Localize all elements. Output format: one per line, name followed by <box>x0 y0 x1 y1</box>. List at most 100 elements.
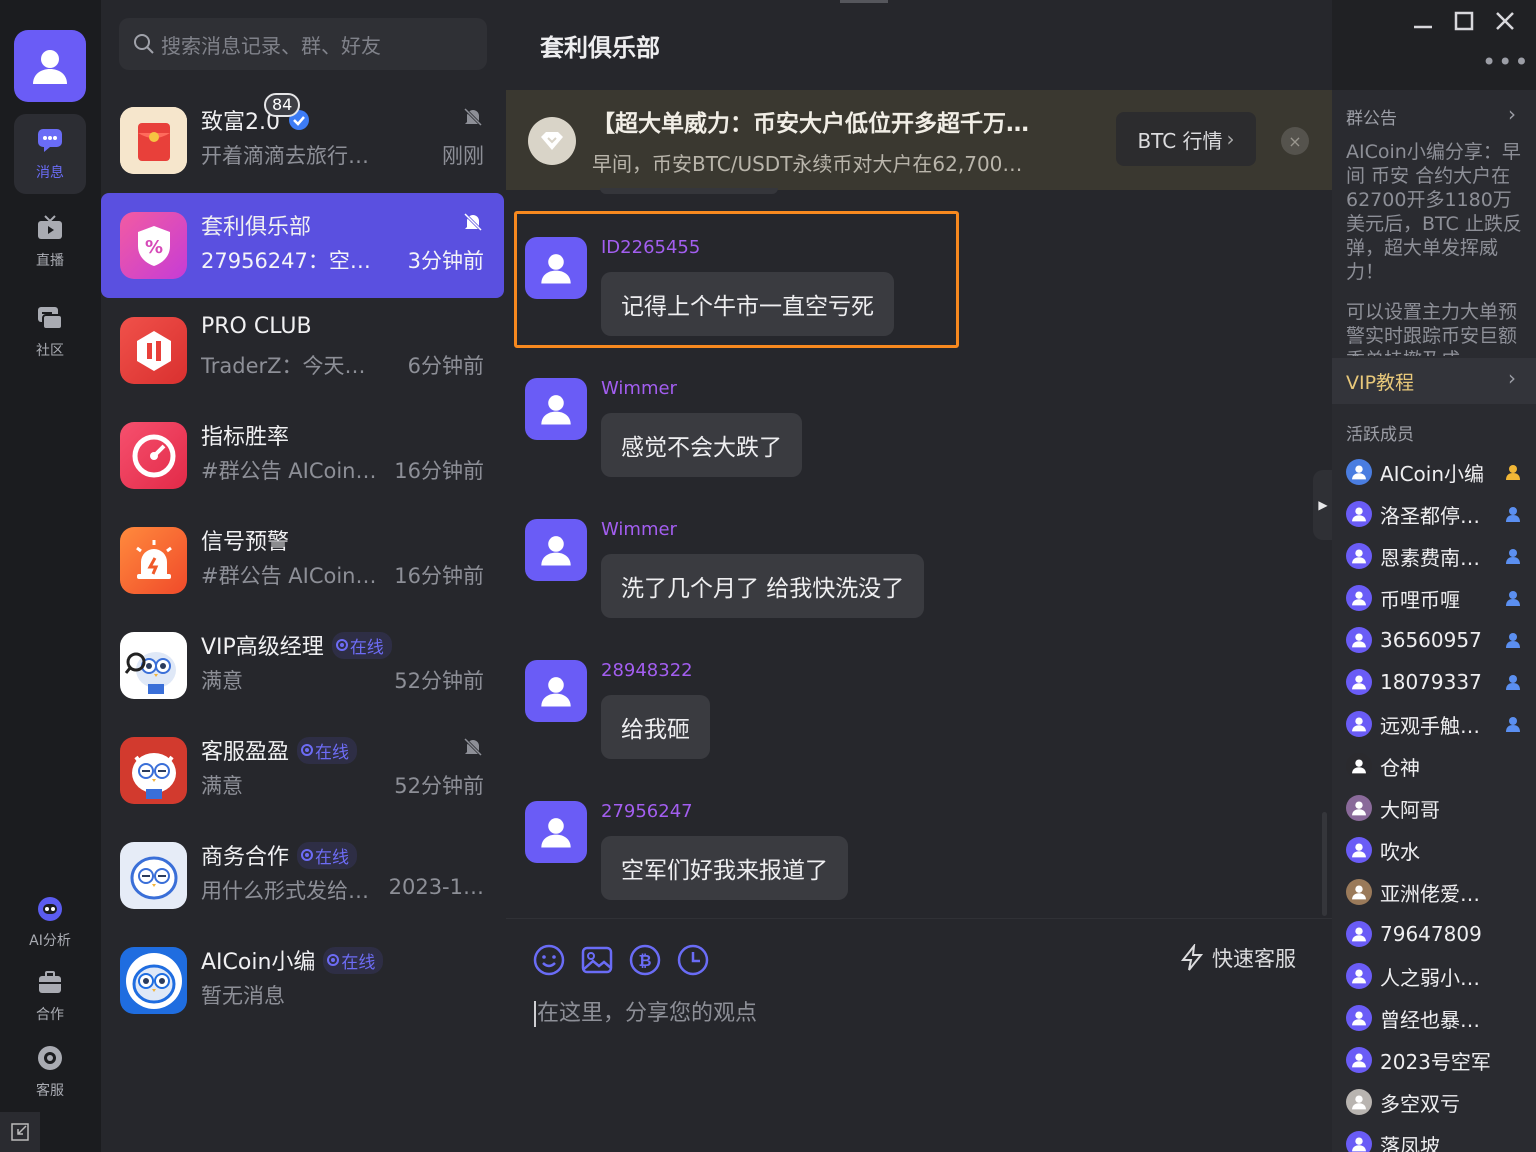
chevron-right-icon[interactable]: › <box>1508 102 1516 126</box>
member-item[interactable]: 币哩币喱 <box>1346 580 1536 616</box>
conversation-item[interactable]: 客服盈盈 在线 满意 52分钟前 <box>101 718 504 823</box>
message-bubble[interactable]: 给我砸 <box>601 695 710 759</box>
chat-message: 28948322 给我砸 <box>506 634 1332 774</box>
conversation-item-active[interactable]: % 套利俱乐部 27956247：空… 3分钟前 <box>101 193 504 298</box>
sender-avatar[interactable] <box>525 519 587 581</box>
conversation-title: 指标胜率 <box>201 425 290 450</box>
member-avatar <box>1346 921 1372 947</box>
bitcoin-icon[interactable]: ₿ <box>628 943 662 977</box>
owl-business-icon <box>120 842 187 909</box>
clock-icon[interactable] <box>676 943 710 977</box>
member-name: 79647809 <box>1380 922 1482 946</box>
member-item[interactable]: 仓神 <box>1346 748 1536 784</box>
member-avatar <box>1346 669 1372 695</box>
close-announcement-button[interactable]: × <box>1281 127 1309 155</box>
notice-header[interactable]: 群公告 <box>1346 104 1397 129</box>
member-name: 恩素费南… <box>1380 545 1480 570</box>
app-rail: 消息 直播 社区 AI分析 合作 客服 <box>0 0 101 1152</box>
member-item[interactable]: 大阿哥 <box>1346 790 1536 826</box>
sender-name[interactable]: 27956247 <box>601 801 693 822</box>
sender-name[interactable]: 28948322 <box>601 660 693 681</box>
btc-market-label: BTC 行情 <box>1137 128 1223 153</box>
maximize-icon[interactable] <box>1453 10 1475 32</box>
image-icon[interactable] <box>580 943 614 977</box>
close-icon[interactable] <box>1494 10 1516 32</box>
member-item[interactable]: 18079337 <box>1346 664 1536 700</box>
member-item[interactable]: AICoin小编 <box>1346 454 1536 490</box>
member-name: 多空双亏 <box>1380 1091 1460 1116</box>
conversation-item[interactable]: 指标胜率 #群公告 AICoin… 16分钟前 <box>101 403 504 508</box>
quick-service-button[interactable]: 快速客服 <box>1180 943 1296 973</box>
member-item[interactable]: 亚洲佬爱… <box>1346 874 1536 910</box>
conversation-preview: 满意 <box>201 774 243 798</box>
diamond-icon <box>528 117 576 165</box>
btc-market-button[interactable]: BTC 行情 › <box>1116 112 1256 166</box>
member-name: 36560957 <box>1380 628 1482 652</box>
conversation-title: 商务合作 <box>201 845 290 870</box>
sender-name[interactable]: Wimmer <box>601 519 677 540</box>
message-bubble[interactable]: 感觉不会大跌了 <box>601 413 802 477</box>
window-drag-handle[interactable] <box>840 0 888 3</box>
online-dot-icon <box>335 639 348 651</box>
member-item[interactable]: 远观手触… <box>1346 706 1536 742</box>
conversation-item[interactable]: PRO CLUB TraderZ：今天… 6分钟前 <box>101 298 504 403</box>
pinned-announcement[interactable]: 【超大单威力：币安大户低位开多超千万… 早间，币安BTC/USDT永续币对大户在… <box>506 90 1332 190</box>
member-avatar <box>1346 795 1372 821</box>
conversation-item[interactable]: 致富2.0 开着滴滴去旅行… 刚刚 <box>101 88 504 193</box>
member-avatar <box>1346 879 1372 905</box>
chevron-right-icon: › <box>1508 366 1516 390</box>
owl-mascot-icon <box>120 632 187 699</box>
conversation-item[interactable]: 信号预警 #群公告 AICoin… 16分钟前 <box>101 508 504 613</box>
conversation-item[interactable]: AICoin小编 在线 暂无消息 <box>101 928 504 1033</box>
member-avatar <box>1346 585 1372 611</box>
member-item[interactable]: 2023号空军 <box>1346 1042 1536 1078</box>
emoji-icon[interactable] <box>532 943 566 977</box>
conversation-time: 52分钟前 <box>394 669 484 693</box>
user-avatar[interactable] <box>14 30 86 102</box>
rail-item-customer-service[interactable]: 客服 <box>14 1032 86 1112</box>
member-item[interactable]: 曾经也暴… <box>1346 1000 1536 1036</box>
sender-avatar[interactable] <box>525 660 587 722</box>
member-item[interactable]: 79647809 <box>1346 916 1536 952</box>
community-icon <box>38 307 63 330</box>
sender-avatar[interactable] <box>525 801 587 863</box>
rail-item-community[interactable]: 社区 <box>14 292 86 372</box>
member-item[interactable]: 多空双亏 <box>1346 1084 1536 1120</box>
member-avatar <box>1346 501 1372 527</box>
member-item[interactable]: 36560957 <box>1346 622 1536 658</box>
rail-item-cooperation[interactable]: 合作 <box>14 956 86 1036</box>
search-input[interactable]: 搜索消息记录、群、好友 <box>119 18 487 70</box>
collapse-side-panel-button[interactable]: ▶ <box>1313 470 1333 540</box>
resize-corner[interactable] <box>0 1112 40 1152</box>
member-item[interactable]: 恩素费南… <box>1346 538 1536 574</box>
more-options-icon[interactable]: ••• <box>1482 48 1530 76</box>
message-input[interactable]: 在这里，分享您的观点 <box>534 995 757 1027</box>
user-silhouette-icon <box>541 818 571 848</box>
message-bubble[interactable]: 洗了几个月了 给我快洗没了 <box>601 554 925 618</box>
member-item[interactable]: 吹水 <box>1346 832 1536 868</box>
chat-panel: 套利俱乐部 【超大单威力：币安大户低位开多超千万… 早间，币安BTC/USDT永… <box>506 0 1332 1152</box>
conversation-preview: 用什么形式发给… <box>201 879 369 903</box>
conversation-time: 16分钟前 <box>394 564 484 588</box>
member-item[interactable]: 人之弱小不… <box>1346 958 1536 994</box>
minimize-icon[interactable] <box>1412 10 1434 32</box>
sender-name[interactable]: Wimmer <box>601 378 677 399</box>
chat-scrollbar[interactable] <box>1322 812 1327 916</box>
lightning-icon <box>1180 944 1204 971</box>
rail-item-live[interactable]: 直播 <box>14 202 86 282</box>
member-item[interactable]: 洛圣都停… <box>1346 496 1536 532</box>
vip-tutorial-row[interactable]: VIP教程 › <box>1332 358 1536 404</box>
rail-item-ai-analysis[interactable]: AI分析 <box>14 882 86 962</box>
admin-badge-icon <box>1506 591 1520 606</box>
member-item[interactable]: 落凤坡 <box>1346 1126 1536 1152</box>
rail-label: 社区 <box>36 343 64 359</box>
unread-badge: 84 <box>264 93 301 117</box>
member-name: 亚洲佬爱… <box>1380 881 1480 906</box>
rail-label: AI分析 <box>29 933 71 949</box>
rail-item-messages[interactable]: 消息 <box>14 114 86 194</box>
conversation-item[interactable]: VIP高级经理 在线 满意 52分钟前 <box>101 613 504 718</box>
chat-bubble-icon <box>38 129 62 152</box>
message-bubble[interactable]: 空军们好我来报道了 <box>601 836 848 900</box>
sender-avatar[interactable] <box>525 378 587 440</box>
conversation-item[interactable]: 商务合作 在线 用什么形式发给… 2023-1… <box>101 823 504 928</box>
